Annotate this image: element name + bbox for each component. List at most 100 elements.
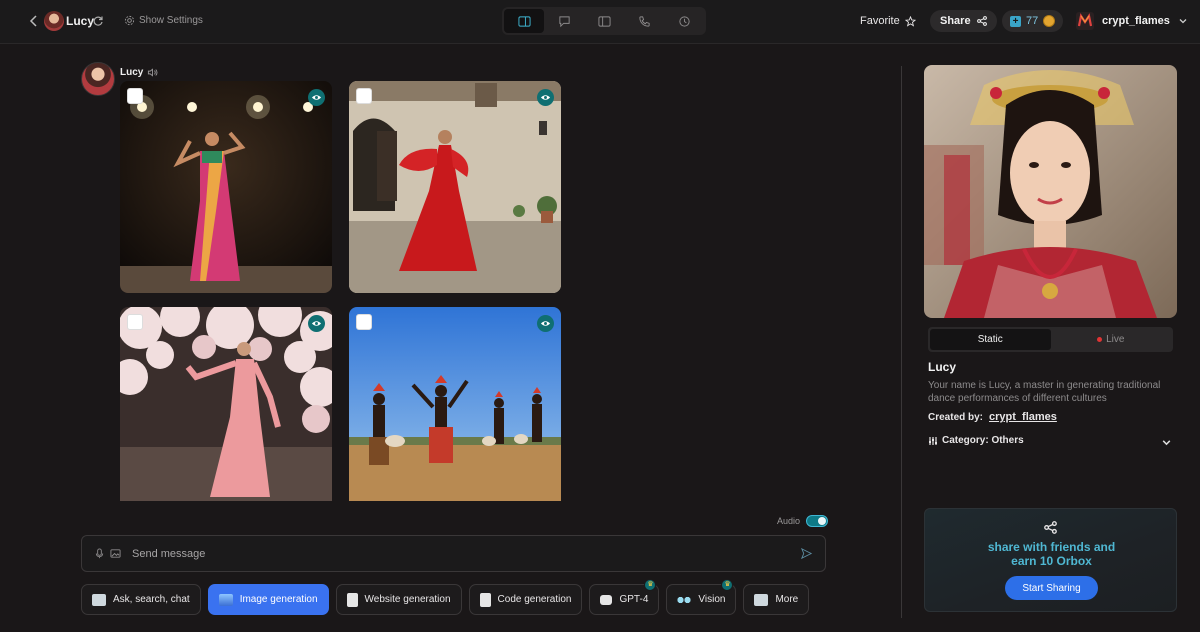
share-icon xyxy=(976,16,987,26)
chevron-down-icon[interactable] xyxy=(1161,437,1172,448)
eye-icon xyxy=(311,95,322,100)
history-button[interactable] xyxy=(664,9,704,33)
view-image-button[interactable] xyxy=(308,315,325,332)
audio-toggle[interactable]: Audio xyxy=(777,515,829,527)
tool-label: Ask, search, chat xyxy=(113,594,190,605)
bot-avatar-small[interactable] xyxy=(44,11,64,31)
portrait-mode-switch: Static Live xyxy=(928,327,1173,352)
tool-label: Code generation xyxy=(497,594,572,605)
tool-vision[interactable]: Vision ♛ xyxy=(666,579,737,615)
split-view-button[interactable] xyxy=(504,9,544,33)
call-button[interactable] xyxy=(624,9,664,33)
favorite-button[interactable]: Favorite xyxy=(860,15,916,27)
share-promo-card: share with friends and earn 10 Orbox Sta… xyxy=(924,508,1177,612)
tool-bar: Ask, search, chat Image generation Websi… xyxy=(81,579,810,615)
user-logo-icon xyxy=(1076,12,1094,30)
message-input-box xyxy=(81,535,826,572)
generated-image-4[interactable] xyxy=(349,307,561,501)
tool-label: More xyxy=(775,594,799,605)
generated-image-3[interactable] xyxy=(120,307,332,501)
audio-label: Audio xyxy=(777,516,801,526)
document-icon xyxy=(346,592,358,607)
tribal-dancers-image xyxy=(349,307,561,501)
glasses-icon xyxy=(677,593,692,606)
share-icon xyxy=(1044,521,1057,534)
tool-label: Vision xyxy=(698,594,726,605)
tab-live-label: Live xyxy=(1106,334,1125,345)
sidebar-layout-icon xyxy=(597,15,611,27)
tab-static-label: Static xyxy=(977,334,1003,345)
tool-label: Website generation xyxy=(364,594,451,605)
eye-icon xyxy=(540,95,551,100)
character-portrait[interactable] xyxy=(924,65,1177,318)
tool-ask-search-chat[interactable]: Ask, search, chat xyxy=(81,584,201,615)
sidebar-view-button[interactable] xyxy=(584,9,624,33)
view-image-button[interactable] xyxy=(537,315,554,332)
speaker-icon[interactable] xyxy=(147,67,158,78)
favorite-label: Favorite xyxy=(860,15,900,27)
panel-divider xyxy=(901,66,902,618)
equalizer-icon xyxy=(929,436,937,445)
tool-gpt4[interactable]: GPT-4 ♛ xyxy=(589,579,660,615)
character-name: Lucy xyxy=(928,360,957,374)
live-indicator-icon xyxy=(1097,337,1103,342)
user-menu[interactable]: crypt_flames xyxy=(1076,12,1188,30)
image-select-checkbox[interactable] xyxy=(356,88,372,104)
image-select-checkbox[interactable] xyxy=(356,314,372,330)
top-bar: Lucy Show Settings Favorite Share + 77 c… xyxy=(0,0,1200,44)
message-sender-name: Lucy xyxy=(120,67,144,78)
coin-icon xyxy=(1043,15,1056,27)
more-tool-icon xyxy=(754,593,769,606)
image-tool-icon xyxy=(218,593,233,606)
view-image-button[interactable] xyxy=(537,89,554,106)
created-by-label: Created by: xyxy=(928,412,984,423)
eye-icon xyxy=(311,321,322,326)
tool-website-generation[interactable]: Website generation xyxy=(335,584,462,615)
crown-icon: ♛ xyxy=(644,579,657,591)
audio-switch[interactable] xyxy=(806,515,829,527)
show-settings-label: Show Settings xyxy=(139,15,203,26)
microphone-icon[interactable] xyxy=(94,548,105,559)
start-sharing-button[interactable]: Start Sharing xyxy=(1005,576,1098,600)
chat-bubble-icon xyxy=(558,15,570,27)
bot-name: Lucy xyxy=(66,14,95,28)
send-icon[interactable] xyxy=(800,547,813,560)
image-upload-icon[interactable] xyxy=(110,548,121,559)
flamenco-dancer-image xyxy=(349,81,561,293)
chat-tool-icon xyxy=(92,593,106,606)
add-credits-icon: + xyxy=(1010,15,1021,27)
view-image-button[interactable] xyxy=(308,89,325,106)
tool-code-generation[interactable]: Code generation xyxy=(468,584,583,615)
generated-image-2[interactable] xyxy=(349,81,561,293)
generated-image-1[interactable] xyxy=(120,81,332,293)
history-clock-icon xyxy=(678,15,690,27)
share-promo-line1: share with friends and xyxy=(987,540,1116,554)
gear-icon xyxy=(124,15,135,26)
tool-label: GPT-4 xyxy=(619,594,649,605)
refresh-icon[interactable] xyxy=(92,15,104,27)
share-button[interactable]: Share xyxy=(930,10,997,32)
tab-live[interactable]: Live xyxy=(1051,329,1172,350)
creator-link[interactable]: crypt_flames xyxy=(989,411,1057,423)
crown-icon: ♛ xyxy=(721,579,734,591)
back-arrow-icon[interactable] xyxy=(26,13,42,29)
show-settings-button[interactable]: Show Settings xyxy=(124,15,203,26)
chat-view-button[interactable] xyxy=(544,9,584,33)
credits-badge[interactable]: + 77 xyxy=(1002,10,1064,32)
message-input[interactable] xyxy=(132,547,800,560)
category-label: Category: Others xyxy=(942,435,1024,446)
image-select-checkbox[interactable] xyxy=(127,314,143,330)
chevron-down-icon xyxy=(1179,19,1187,24)
created-by: Created by: crypt_flames xyxy=(928,411,1057,423)
image-select-checkbox[interactable] xyxy=(127,88,143,104)
tool-label: Image generation xyxy=(239,594,318,605)
character-portrait-image xyxy=(924,65,1177,318)
sari-dancer-image xyxy=(120,81,332,293)
tool-image-generation[interactable]: Image generation xyxy=(207,584,329,615)
category-row[interactable]: Category: Others xyxy=(928,435,1024,446)
split-view-icon xyxy=(517,15,531,27)
tool-more[interactable]: More xyxy=(743,584,810,615)
tab-static[interactable]: Static xyxy=(930,329,1051,350)
share-promo-line2: earn 10 Orbox xyxy=(1011,554,1092,568)
view-mode-switcher xyxy=(502,7,706,35)
